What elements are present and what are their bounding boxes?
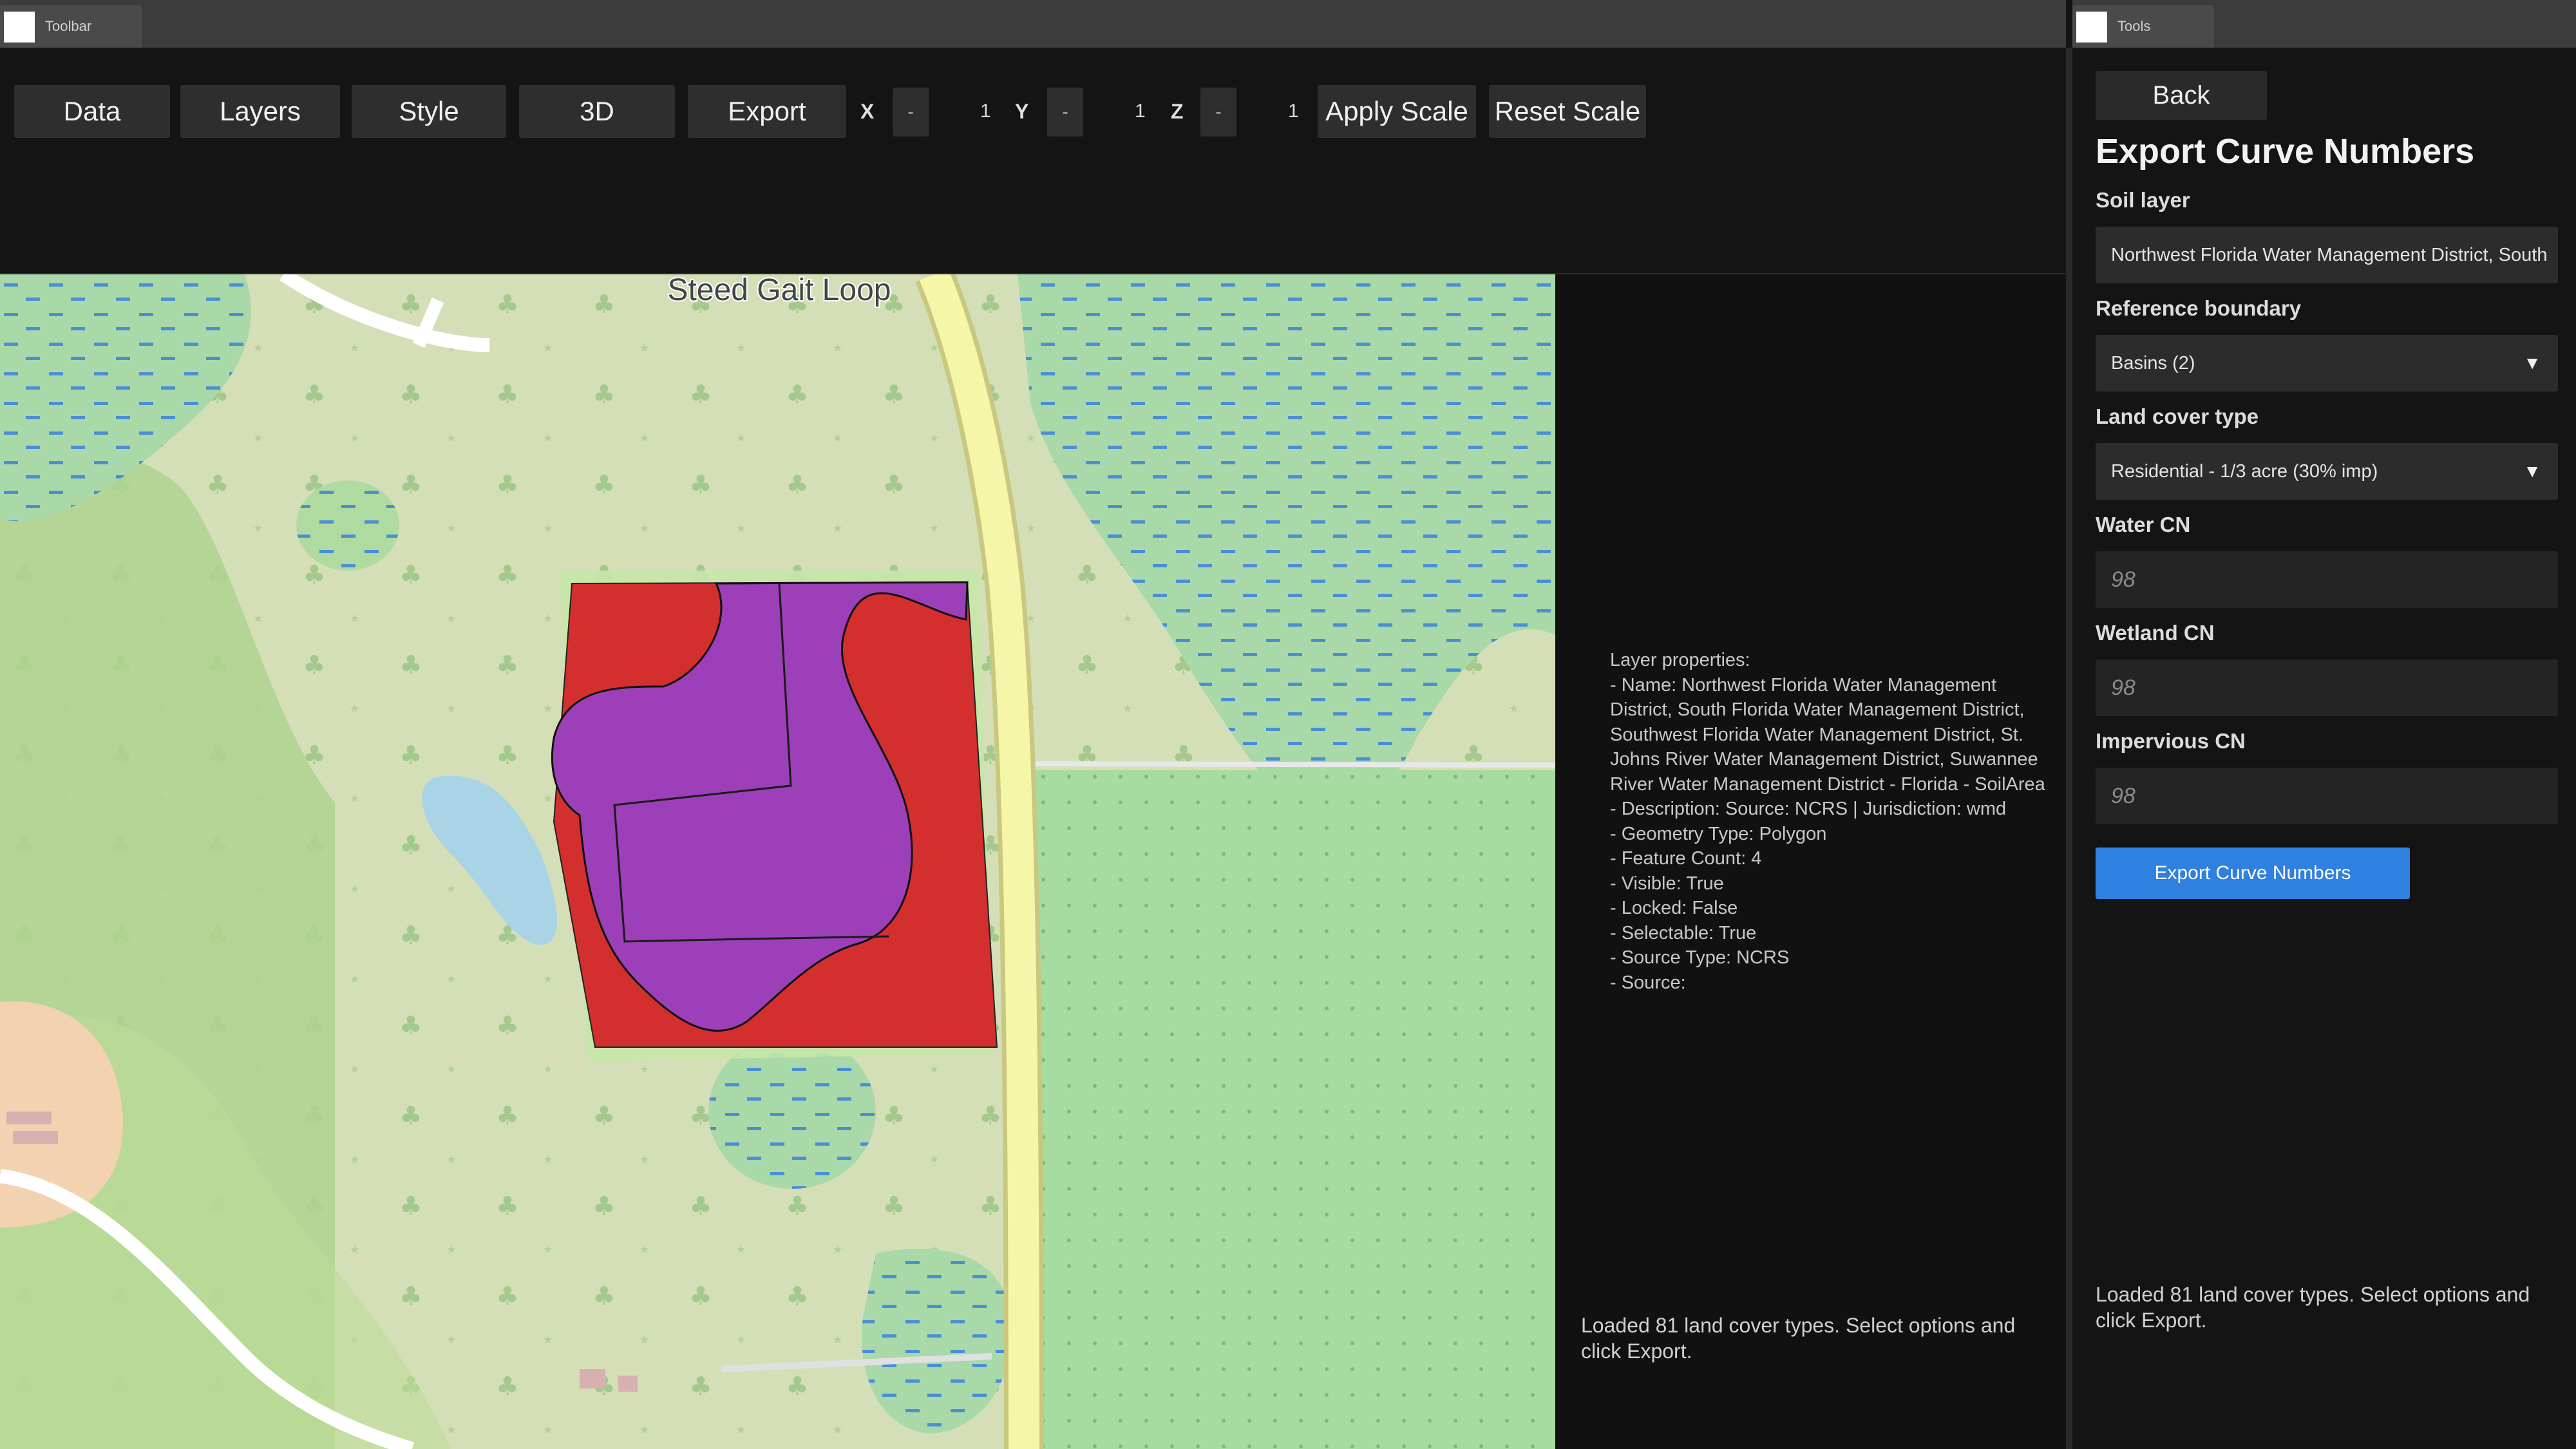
- reference-boundary-label: Reference boundary: [2096, 296, 2302, 320]
- right-window-titlebar: Tools: [2072, 0, 2576, 48]
- building: [6, 1112, 52, 1124]
- x-scale-value[interactable]: 1: [980, 85, 991, 138]
- impervious-cn-input[interactable]: 98: [2096, 768, 2558, 824]
- 3d-button[interactable]: 3D: [519, 85, 675, 138]
- land-cover-type-select[interactable]: Residential - 1/3 acre (30% imp) ▼: [2096, 443, 2558, 500]
- y-scale-decrement[interactable]: -: [1047, 88, 1083, 137]
- layer-properties-text: Layer properties: - Name: Northwest Flor…: [1610, 650, 2045, 993]
- chevron-down-icon: ▼: [2523, 461, 2541, 481]
- window-icon: [2076, 12, 2107, 43]
- pond: [296, 480, 399, 571]
- reference-boundary-select[interactable]: Basins (2) ▼: [2096, 335, 2558, 392]
- x-scale-decrement[interactable]: -: [893, 88, 929, 137]
- y-scale-value[interactable]: 1: [1135, 85, 1146, 138]
- panel-status-message: Loaded 81 land cover types. Select optio…: [2096, 1283, 2530, 1332]
- z-scale-label: Z: [1171, 100, 1184, 123]
- tools-window-tab[interactable]: Tools: [2072, 5, 2214, 48]
- z-scale-decrement[interactable]: -: [1200, 88, 1236, 137]
- soil-layer-select[interactable]: Northwest Florida Water Management Distr…: [2096, 227, 2558, 283]
- toolbar-window-tab[interactable]: Toolbar: [0, 5, 142, 48]
- impervious-cn-label: Impervious CN: [2096, 729, 2246, 753]
- data-button[interactable]: Data: [14, 85, 170, 138]
- map-canvas[interactable]: ♣ ⋆: [0, 274, 1555, 1449]
- land-cover-type-label: Land cover type: [2096, 404, 2259, 428]
- apply-scale-button[interactable]: Apply Scale: [1318, 85, 1476, 138]
- z-scale-value[interactable]: 1: [1288, 85, 1299, 138]
- road-label: Steed Gait Loop: [668, 274, 891, 307]
- soil-layer-label: Soil layer: [2096, 188, 2190, 212]
- farmland-dots: [1019, 770, 1555, 1449]
- water-cn-label: Water CN: [2096, 513, 2191, 536]
- water-cn-input[interactable]: 98: [2096, 551, 2558, 608]
- left-window-titlebar: Toolbar: [0, 0, 2066, 48]
- map-view[interactable]: ♣ ⋆: [0, 274, 1555, 1449]
- layers-button[interactable]: Layers: [180, 85, 340, 138]
- window-icon: [4, 12, 35, 43]
- toolbar: [0, 48, 2066, 274]
- style-button[interactable]: Style: [352, 85, 506, 138]
- field-track: [1017, 761, 1555, 768]
- back-button[interactable]: Back: [2096, 71, 2267, 120]
- building: [618, 1376, 638, 1392]
- y-scale-label: Y: [1015, 100, 1029, 123]
- export-curve-numbers-button[interactable]: Export Curve Numbers: [2096, 848, 2410, 899]
- toolbar-tab-label: Toolbar: [45, 18, 92, 34]
- soil-layer-value: Northwest Florida Water Management Distr…: [2111, 245, 2548, 265]
- status-message: Loaded 81 land cover types. Select optio…: [1581, 1314, 2016, 1363]
- wetland-cn-label: Wetland CN: [2096, 621, 2215, 645]
- tools-tab-label: Tools: [2117, 18, 2151, 34]
- chevron-down-icon: ▼: [2523, 353, 2541, 373]
- pane-divider[interactable]: [2066, 48, 2072, 1449]
- wetland-cn-input[interactable]: 98: [2096, 659, 2558, 716]
- export-button[interactable]: Export: [688, 85, 846, 138]
- panel-title: Export Curve Numbers: [2096, 132, 2475, 171]
- building: [580, 1369, 605, 1388]
- reference-boundary-value: Basins (2): [2111, 353, 2195, 374]
- app-root: Toolbar Tools Data Layers Style 3D Expor…: [0, 0, 2576, 1449]
- reset-scale-button[interactable]: Reset Scale: [1489, 85, 1646, 138]
- building: [13, 1131, 58, 1144]
- land-cover-type-value: Residential - 1/3 acre (30% imp): [2111, 461, 2378, 482]
- x-scale-label: X: [860, 100, 875, 123]
